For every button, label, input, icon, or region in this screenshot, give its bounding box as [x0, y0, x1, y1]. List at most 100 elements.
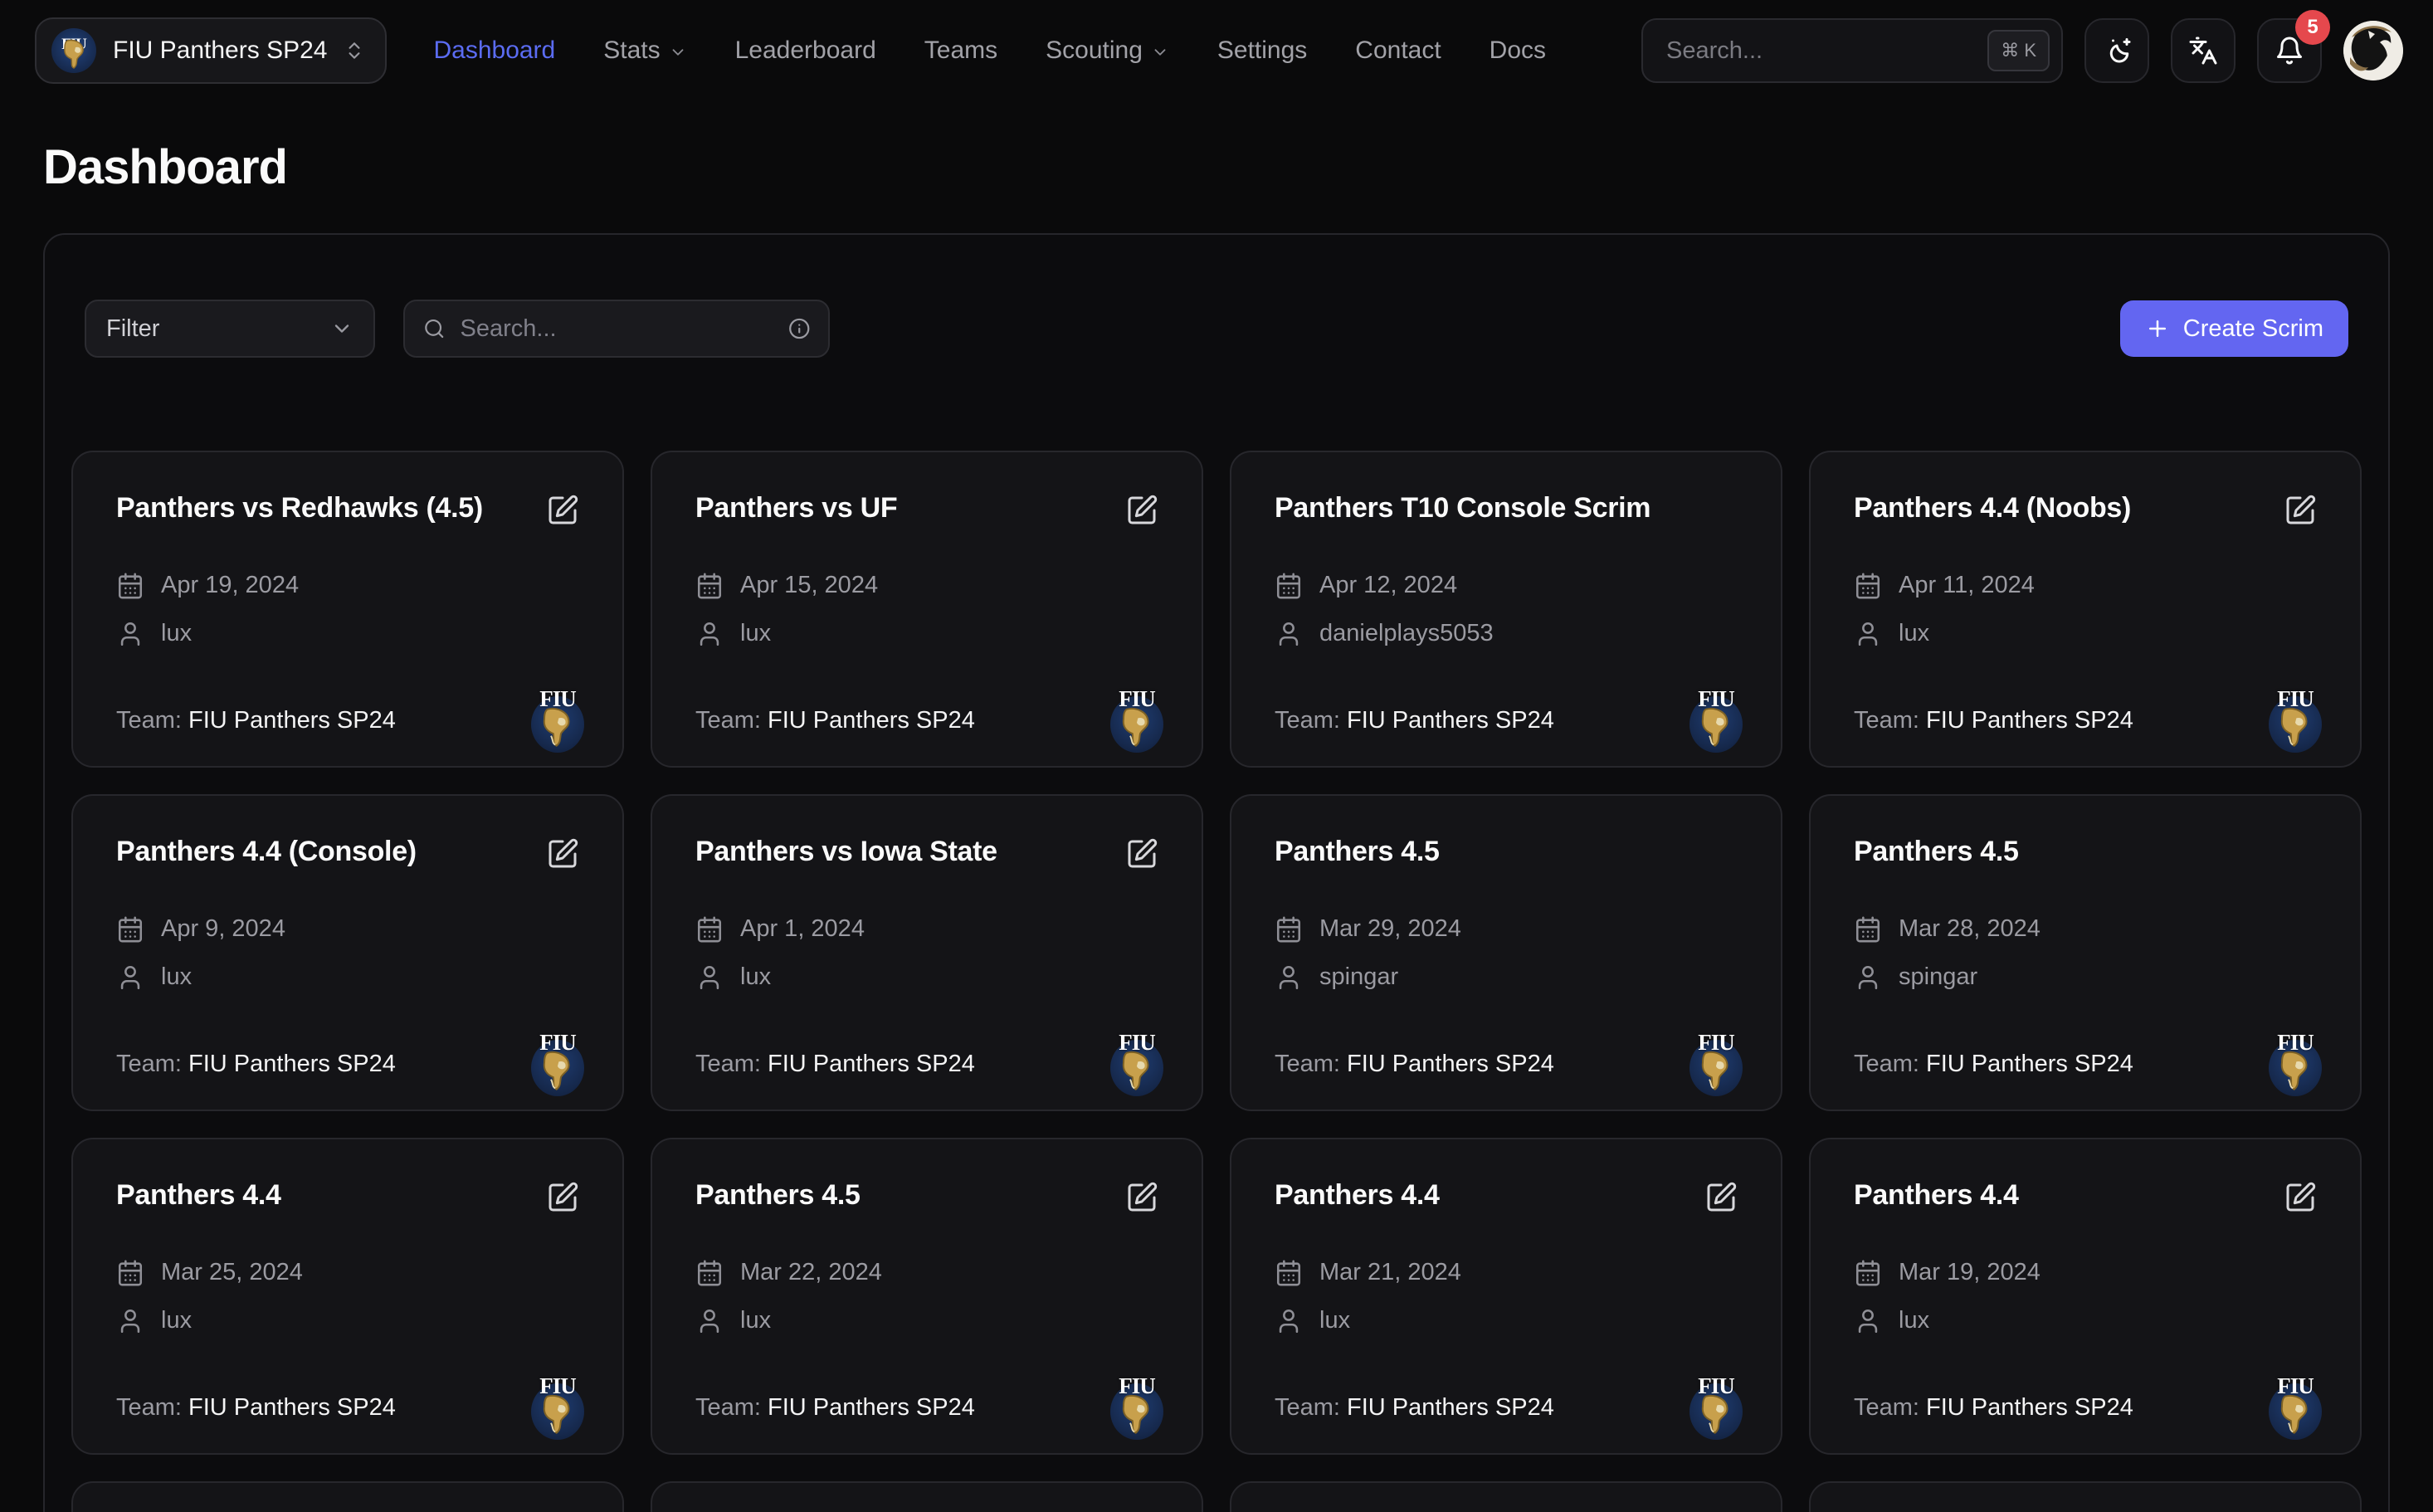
fiu-badge-text: FIU — [1110, 686, 1163, 712]
scrim-author: spingar — [1319, 963, 1398, 991]
edit-scrim-button[interactable] — [1125, 494, 1158, 527]
scrim-card[interactable]: Panthers 4.4 Mar 25, 2024 lux Team: FIU … — [71, 1138, 624, 1455]
edit-scrim-button[interactable] — [2284, 1181, 2317, 1214]
scrim-card[interactable]: Panthers 4.5 Mar 29, 2024 spingar Team: … — [1230, 794, 1782, 1111]
scrim-team-row: Team: FIU Panthers SP24 — [116, 1051, 579, 1078]
team-selector[interactable]: FIU FIU Panthers SP24 — [35, 17, 387, 84]
create-scrim-button[interactable]: Create Scrim — [2120, 300, 2348, 357]
scrim-title: Panthers 4.5 — [1854, 832, 2019, 872]
scrim-card[interactable]: Panthers 4.4 Mar 19, 2024 lux Team: FIU … — [1809, 1138, 2362, 1455]
team-logo-fiu-badge: FIU — [531, 1030, 584, 1096]
calendar-icon — [1275, 1259, 1303, 1287]
scrim-author-row: lux — [695, 620, 1158, 648]
user-icon — [116, 963, 144, 992]
edit-pencil-square-icon — [1704, 1181, 1738, 1214]
team-name: FIU Panthers SP24 — [1926, 1394, 2133, 1421]
scrim-card-partial[interactable] — [71, 1481, 624, 1512]
scrim-team-row: Team: FIU Panthers SP24 — [1854, 1394, 2317, 1422]
scrim-card[interactable]: Panthers 4.4 (Console) Apr 9, 2024 lux T… — [71, 794, 624, 1111]
calendar-icon — [1854, 915, 1882, 944]
calendar-icon — [695, 572, 724, 600]
nav-link-stats[interactable]: Stats — [603, 37, 686, 65]
fiu-badge-text: FIU — [1110, 1373, 1163, 1399]
calendar-icon — [1275, 915, 1303, 944]
team-logo-fiu: FIU — [51, 28, 96, 73]
scrim-card[interactable]: Panthers 4.5 Mar 22, 2024 lux Team: FIU … — [651, 1138, 1203, 1455]
user-avatar[interactable] — [2343, 21, 2403, 80]
scrim-card[interactable]: Panthers T10 Console Scrim Apr 12, 2024 … — [1230, 451, 1782, 768]
calendar-icon — [1854, 1259, 1882, 1287]
filter-dropdown[interactable]: Filter — [85, 300, 375, 358]
edit-scrim-button[interactable] — [546, 1181, 579, 1214]
scrim-title: Panthers vs UF — [695, 489, 897, 529]
user-icon — [116, 620, 144, 648]
team-prefix-label: Team: — [1854, 1051, 1926, 1077]
notifications-button[interactable]: 5 — [2257, 18, 2322, 83]
nav-link-scouting[interactable]: Scouting — [1046, 37, 1169, 65]
edit-scrim-button[interactable] — [2284, 494, 2317, 527]
scrim-author: lux — [740, 1307, 771, 1334]
nav-link-leaderboard[interactable]: Leaderboard — [735, 37, 876, 65]
scrim-search-input[interactable] — [461, 315, 773, 343]
scrim-date: Mar 29, 2024 — [1319, 915, 1461, 943]
fiu-badge-text: FIU — [531, 1373, 584, 1399]
scrims-panel: Filter Create Scrim Panthers vs Redhawks… — [43, 233, 2390, 1512]
scrim-date: Apr 11, 2024 — [1899, 572, 2035, 599]
calendar-icon — [1854, 572, 1882, 600]
scrim-card[interactable]: Panthers 4.4 Mar 21, 2024 lux Team: FIU … — [1230, 1138, 1782, 1455]
nav-link-contact[interactable]: Contact — [1355, 37, 1441, 65]
scrim-author-row: danielplays5053 — [1275, 620, 1738, 648]
user-icon — [1275, 1307, 1303, 1335]
info-icon[interactable] — [788, 315, 811, 342]
language-button[interactable] — [2171, 18, 2236, 83]
nav-link-teams[interactable]: Teams — [924, 37, 997, 65]
scrim-author-row: lux — [695, 963, 1158, 992]
nav-link-docs[interactable]: Docs — [1490, 37, 1546, 65]
scrim-author-row: spingar — [1854, 963, 2317, 992]
scrim-date-row: Mar 19, 2024 — [1854, 1259, 2317, 1287]
scrim-grid: Panthers vs Redhawks (4.5) Apr 19, 2024 … — [71, 451, 2362, 1512]
scrim-card[interactable]: Panthers vs Redhawks (4.5) Apr 19, 2024 … — [71, 451, 624, 768]
global-search-input[interactable] — [1666, 37, 1987, 65]
nav-link-dashboard[interactable]: Dashboard — [433, 37, 555, 65]
team-prefix-label: Team: — [1275, 707, 1347, 734]
scrim-author-row: spingar — [1275, 963, 1738, 992]
fiu-badge-text: FIU — [1689, 1373, 1743, 1399]
scrim-title: Panthers vs Redhawks (4.5) — [116, 489, 483, 529]
calendar-icon — [116, 572, 144, 600]
scrim-card[interactable]: Panthers 4.5 Mar 28, 2024 spingar Team: … — [1809, 794, 2362, 1111]
scrim-date-row: Mar 25, 2024 — [116, 1259, 579, 1287]
scrim-team-row: Team: FIU Panthers SP24 — [1275, 1394, 1738, 1422]
edit-scrim-button[interactable] — [1125, 1181, 1158, 1214]
scrim-date: Mar 25, 2024 — [161, 1259, 303, 1286]
scrim-card[interactable]: Panthers 4.4 (Noobs) Apr 11, 2024 lux Te… — [1809, 451, 2362, 768]
scrim-card-partial[interactable] — [1809, 1481, 2362, 1512]
main-navigation: Dashboard Stats Leaderboard Teams Scouti… — [433, 37, 1546, 65]
scrim-card-partial[interactable] — [1230, 1481, 1782, 1512]
scrim-title: Panthers vs Iowa State — [695, 832, 997, 872]
edit-scrim-button[interactable] — [546, 494, 579, 527]
team-name: FIU Panthers SP24 — [1347, 1051, 1554, 1077]
team-name: FIU Panthers SP24 — [1926, 707, 2133, 734]
team-prefix-label: Team: — [1854, 707, 1926, 734]
nav-link-settings[interactable]: Settings — [1217, 37, 1307, 65]
scrim-author-row: lux — [1275, 1307, 1738, 1335]
scrim-title: Panthers 4.4 — [116, 1176, 281, 1216]
global-search[interactable]: ⌘ K — [1641, 18, 2063, 83]
edit-scrim-button[interactable] — [1125, 837, 1158, 871]
scrim-search[interactable] — [403, 300, 830, 358]
edit-pencil-square-icon — [546, 1181, 579, 1214]
scrim-author: danielplays5053 — [1319, 620, 1494, 647]
scrim-title: Panthers 4.4 — [1854, 1176, 2019, 1216]
edit-scrim-button[interactable] — [1704, 1181, 1738, 1214]
scrim-card[interactable]: Panthers vs UF Apr 15, 2024 lux Team: FI… — [651, 451, 1203, 768]
scrim-title: Panthers 4.5 — [695, 1176, 861, 1216]
scrim-title: Panthers 4.5 — [1275, 832, 1440, 872]
scrim-card[interactable]: Panthers vs Iowa State Apr 1, 2024 lux T… — [651, 794, 1203, 1111]
create-scrim-label: Create Scrim — [2183, 315, 2323, 343]
edit-scrim-button[interactable] — [546, 837, 579, 871]
calendar-icon — [116, 1259, 144, 1287]
scrim-card-partial[interactable] — [651, 1481, 1203, 1512]
scrim-date: Apr 15, 2024 — [740, 572, 878, 599]
theme-toggle-button[interactable] — [2084, 18, 2149, 83]
